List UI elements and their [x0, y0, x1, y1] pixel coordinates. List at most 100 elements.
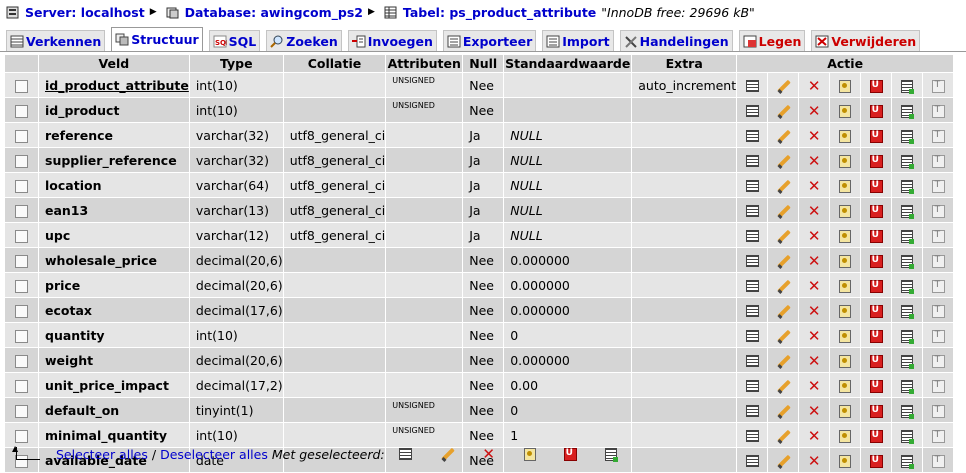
row-checkbox[interactable] [15, 404, 28, 418]
primary-key-icon[interactable] [839, 129, 852, 143]
primary-key-icon[interactable] [839, 229, 852, 243]
primary-key-icon[interactable] [839, 154, 852, 168]
header-veld[interactable]: Veld [39, 55, 189, 72]
drop-icon[interactable]: ✕ [807, 253, 821, 268]
browse-icon[interactable] [745, 355, 759, 367]
breadcrumb-table-link[interactable]: Tabel: ps_product_attribute [403, 5, 596, 20]
fulltext-icon[interactable] [931, 254, 945, 268]
drop-icon[interactable]: ✕ [807, 153, 821, 168]
edit-icon[interactable] [776, 280, 790, 293]
tab-sql[interactable]: SQL SQL [208, 30, 261, 51]
drop-icon[interactable]: ✕ [807, 103, 821, 118]
unique-icon[interactable] [869, 454, 883, 468]
tab-exporteer[interactable]: Exporteer [442, 30, 537, 51]
edit-icon[interactable] [776, 130, 790, 143]
browse-icon[interactable] [745, 130, 759, 142]
edit-icon[interactable] [776, 380, 790, 393]
row-checkbox[interactable] [15, 104, 28, 118]
fulltext-icon[interactable] [931, 229, 945, 243]
index-icon[interactable] [901, 379, 915, 394]
browse-icon[interactable] [745, 330, 759, 342]
index-icon[interactable] [901, 204, 915, 219]
edit-icon[interactable] [776, 330, 790, 343]
select-all-link[interactable]: Selecteer alles [56, 447, 148, 462]
edit-icon[interactable] [776, 405, 790, 418]
drop-icon[interactable]: ✕ [807, 328, 821, 343]
row-checkbox[interactable] [15, 254, 28, 268]
unique-icon[interactable] [869, 429, 883, 443]
primary-key-icon[interactable] [839, 79, 852, 93]
index-icon[interactable] [901, 354, 915, 369]
primary-key-icon[interactable] [839, 429, 852, 443]
index-icon[interactable] [901, 179, 915, 194]
drop-icon[interactable]: ✕ [482, 446, 496, 461]
breadcrumb-server-link[interactable]: Server: localhost [25, 5, 145, 20]
unique-icon[interactable] [869, 179, 883, 193]
tab-verkennen[interactable]: Verkennen [6, 30, 106, 51]
edit-icon[interactable] [776, 80, 790, 93]
drop-icon[interactable]: ✕ [807, 403, 821, 418]
drop-icon[interactable]: ✕ [807, 228, 821, 243]
primary-key-icon[interactable] [839, 329, 852, 343]
fulltext-icon[interactable] [931, 104, 945, 118]
tab-import[interactable]: Import [542, 30, 614, 51]
primary-key-icon[interactable] [839, 379, 852, 393]
row-checkbox[interactable] [15, 379, 28, 393]
index-icon[interactable] [901, 79, 915, 94]
unique-icon[interactable] [869, 104, 883, 118]
edit-icon[interactable] [776, 230, 790, 243]
drop-icon[interactable]: ✕ [807, 378, 821, 393]
unique-icon[interactable] [869, 204, 883, 218]
index-icon[interactable] [604, 447, 618, 462]
row-checkbox[interactable] [15, 79, 28, 93]
browse-icon[interactable] [745, 430, 759, 442]
tab-zoeken[interactable]: Zoeken [266, 30, 342, 51]
row-checkbox[interactable] [15, 129, 28, 143]
unique-icon[interactable] [869, 154, 883, 168]
edit-icon[interactable] [776, 255, 790, 268]
browse-icon[interactable] [398, 448, 412, 460]
browse-icon[interactable] [745, 280, 759, 292]
drop-icon[interactable]: ✕ [807, 428, 821, 443]
browse-icon[interactable] [745, 155, 759, 167]
row-checkbox[interactable] [15, 429, 28, 443]
drop-icon[interactable]: ✕ [807, 78, 821, 93]
fulltext-icon[interactable] [931, 454, 945, 468]
index-icon[interactable] [901, 129, 915, 144]
primary-key-icon[interactable] [523, 447, 536, 461]
index-icon[interactable] [901, 279, 915, 294]
index-icon[interactable] [901, 304, 915, 319]
row-checkbox[interactable] [15, 304, 28, 318]
browse-icon[interactable] [745, 205, 759, 217]
primary-key-icon[interactable] [839, 279, 852, 293]
fulltext-icon[interactable] [931, 129, 945, 143]
edit-icon[interactable] [776, 180, 790, 193]
unique-icon[interactable] [869, 279, 883, 293]
browse-icon[interactable] [745, 255, 759, 267]
drop-icon[interactable]: ✕ [807, 353, 821, 368]
row-checkbox[interactable] [15, 154, 28, 168]
fulltext-icon[interactable] [931, 429, 945, 443]
row-checkbox[interactable] [15, 279, 28, 293]
deselect-all-link[interactable]: Deselecteer alles [160, 447, 268, 462]
primary-key-icon[interactable] [839, 254, 852, 268]
edit-icon[interactable] [776, 455, 790, 468]
fulltext-icon[interactable] [931, 404, 945, 418]
index-icon[interactable] [901, 454, 915, 469]
primary-key-icon[interactable] [839, 354, 852, 368]
browse-icon[interactable] [745, 405, 759, 417]
index-icon[interactable] [901, 329, 915, 344]
tab-verwijderen[interactable]: Verwijderen [811, 30, 921, 51]
row-checkbox[interactable] [15, 179, 28, 193]
row-checkbox[interactable] [15, 329, 28, 343]
unique-icon[interactable] [563, 447, 577, 461]
edit-icon[interactable] [776, 355, 790, 368]
browse-icon[interactable] [745, 230, 759, 242]
fulltext-icon[interactable] [931, 329, 945, 343]
tab-legen[interactable]: Legen [738, 30, 806, 51]
primary-key-icon[interactable] [839, 304, 852, 318]
browse-icon[interactable] [745, 380, 759, 392]
drop-icon[interactable]: ✕ [807, 203, 821, 218]
index-icon[interactable] [901, 429, 915, 444]
edit-icon[interactable] [776, 430, 790, 443]
